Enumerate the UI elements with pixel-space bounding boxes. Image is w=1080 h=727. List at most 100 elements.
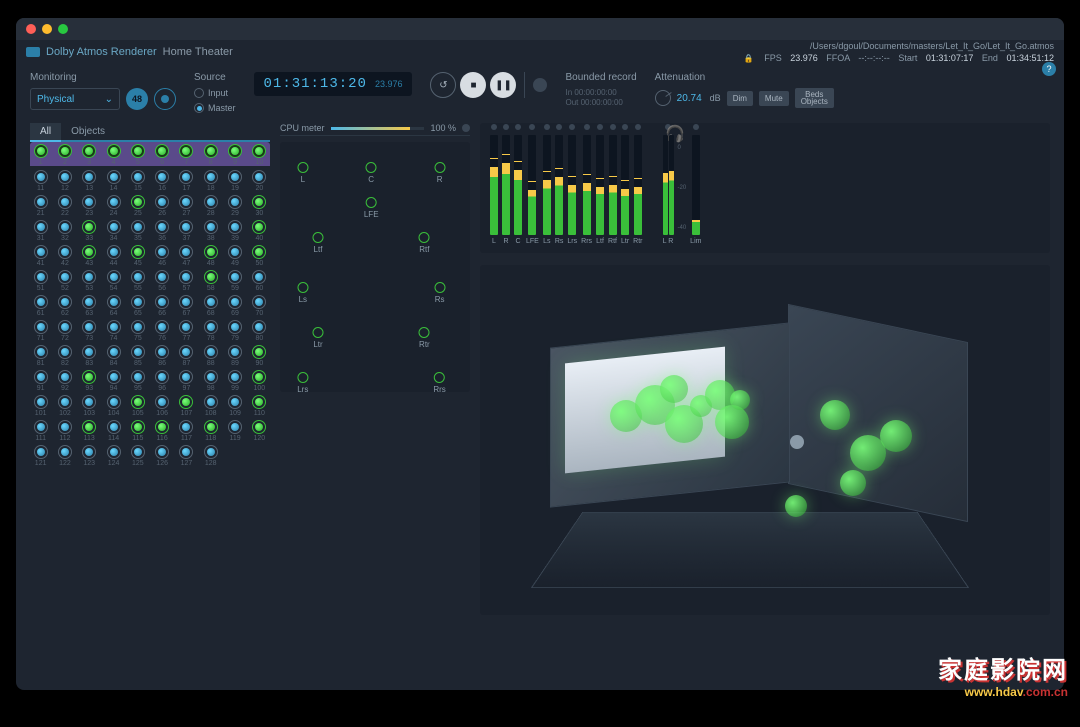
object-50[interactable]: 50 — [249, 245, 270, 267]
object-43[interactable]: 43 — [79, 245, 100, 267]
object-65[interactable]: 65 — [127, 295, 148, 317]
pause-button[interactable]: ❚❚ — [490, 72, 516, 98]
object-81[interactable]: 81 — [30, 345, 51, 367]
object-53[interactable]: 53 — [79, 270, 100, 292]
record-button[interactable] — [533, 78, 547, 92]
tab-all[interactable]: All — [30, 123, 61, 142]
bed-8[interactable]: 8 — [200, 144, 221, 166]
object-116[interactable]: 116 — [151, 420, 172, 442]
object-70[interactable]: 70 — [249, 295, 270, 317]
close-icon[interactable] — [26, 24, 36, 34]
object-124[interactable]: 124 — [103, 445, 124, 467]
object-45[interactable]: 45 — [127, 245, 148, 267]
object-113[interactable]: 113 — [79, 420, 100, 442]
object-71[interactable]: 71 — [30, 320, 51, 342]
object-13[interactable]: 13 — [79, 170, 100, 192]
object-99[interactable]: 99 — [224, 370, 245, 392]
object-41[interactable]: 41 — [30, 245, 51, 267]
object-27[interactable]: 27 — [176, 195, 197, 217]
object-75[interactable]: 75 — [127, 320, 148, 342]
object-63[interactable]: 63 — [79, 295, 100, 317]
object-90[interactable]: 90 — [249, 345, 270, 367]
object-52[interactable]: 52 — [54, 270, 75, 292]
object-49[interactable]: 49 — [224, 245, 245, 267]
bed-4[interactable]: 4 — [103, 144, 124, 166]
monitoring-dropdown[interactable]: Physical — [30, 88, 120, 110]
object-48[interactable]: 48 — [200, 245, 221, 267]
object-126[interactable]: 126 — [151, 445, 172, 467]
object-62[interactable]: 62 — [54, 295, 75, 317]
object-35[interactable]: 35 — [127, 220, 148, 242]
object-68[interactable]: 68 — [200, 295, 221, 317]
object-16[interactable]: 16 — [151, 170, 172, 192]
object-14[interactable]: 14 — [103, 170, 124, 192]
object-86[interactable]: 86 — [151, 345, 172, 367]
object-93[interactable]: 93 — [79, 370, 100, 392]
tab-objects[interactable]: Objects — [61, 123, 115, 140]
object-64[interactable]: 64 — [103, 295, 124, 317]
object-17[interactable]: 17 — [176, 170, 197, 192]
object-33[interactable]: 33 — [79, 220, 100, 242]
object-67[interactable]: 67 — [176, 295, 197, 317]
object-58[interactable]: 58 — [200, 270, 221, 292]
zoom-icon[interactable] — [58, 24, 68, 34]
object-29[interactable]: 29 — [224, 195, 245, 217]
help-button[interactable]: ? — [1042, 62, 1056, 76]
object-80[interactable]: 80 — [249, 320, 270, 342]
object-109[interactable]: 109 — [224, 395, 245, 417]
object-11[interactable]: 11 — [30, 170, 51, 192]
object-110[interactable]: 110 — [249, 395, 270, 417]
object-76[interactable]: 76 — [151, 320, 172, 342]
object-106[interactable]: 106 — [151, 395, 172, 417]
object-34[interactable]: 34 — [103, 220, 124, 242]
object-31[interactable]: 31 — [30, 220, 51, 242]
object-59[interactable]: 59 — [224, 270, 245, 292]
object-87[interactable]: 87 — [176, 345, 197, 367]
object-39[interactable]: 39 — [224, 220, 245, 242]
object-125[interactable]: 125 — [127, 445, 148, 467]
object-97[interactable]: 97 — [176, 370, 197, 392]
object-72[interactable]: 72 — [54, 320, 75, 342]
object-118[interactable]: 118 — [200, 420, 221, 442]
object-28[interactable]: 28 — [200, 195, 221, 217]
object-92[interactable]: 92 — [54, 370, 75, 392]
bed-5[interactable]: 5 — [127, 144, 148, 166]
object-102[interactable]: 102 — [54, 395, 75, 417]
object-84[interactable]: 84 — [103, 345, 124, 367]
object-107[interactable]: 107 — [176, 395, 197, 417]
object-104[interactable]: 104 — [103, 395, 124, 417]
object-47[interactable]: 47 — [176, 245, 197, 267]
object-77[interactable]: 77 — [176, 320, 197, 342]
object-82[interactable]: 82 — [54, 345, 75, 367]
object-30[interactable]: 30 — [249, 195, 270, 217]
object-46[interactable]: 46 — [151, 245, 172, 267]
object-79[interactable]: 79 — [224, 320, 245, 342]
object-111[interactable]: 111 — [30, 420, 51, 442]
object-100[interactable]: 100 — [249, 370, 270, 392]
object-103[interactable]: 103 — [79, 395, 100, 417]
object-32[interactable]: 32 — [54, 220, 75, 242]
object-12[interactable]: 12 — [54, 170, 75, 192]
mute-button[interactable]: Mute — [759, 91, 789, 106]
object-36[interactable]: 36 — [151, 220, 172, 242]
monitoring-toggle[interactable] — [154, 88, 176, 110]
monitoring-badge[interactable]: 48 — [126, 88, 148, 110]
object-54[interactable]: 54 — [103, 270, 124, 292]
minimize-icon[interactable] — [42, 24, 52, 34]
object-108[interactable]: 108 — [200, 395, 221, 417]
object-55[interactable]: 55 — [127, 270, 148, 292]
object-69[interactable]: 69 — [224, 295, 245, 317]
object-127[interactable]: 127 — [176, 445, 197, 467]
object-88[interactable]: 88 — [200, 345, 221, 367]
object-89[interactable]: 89 — [224, 345, 245, 367]
object-94[interactable]: 94 — [103, 370, 124, 392]
object-83[interactable]: 83 — [79, 345, 100, 367]
object-56[interactable]: 56 — [151, 270, 172, 292]
object-78[interactable]: 78 — [200, 320, 221, 342]
source-master-radio[interactable]: Master — [194, 103, 236, 113]
bed-6[interactable]: 6 — [151, 144, 172, 166]
object-128[interactable]: 128 — [200, 445, 221, 467]
object-38[interactable]: 38 — [200, 220, 221, 242]
object-15[interactable]: 15 — [127, 170, 148, 192]
object-51[interactable]: 51 — [30, 270, 51, 292]
